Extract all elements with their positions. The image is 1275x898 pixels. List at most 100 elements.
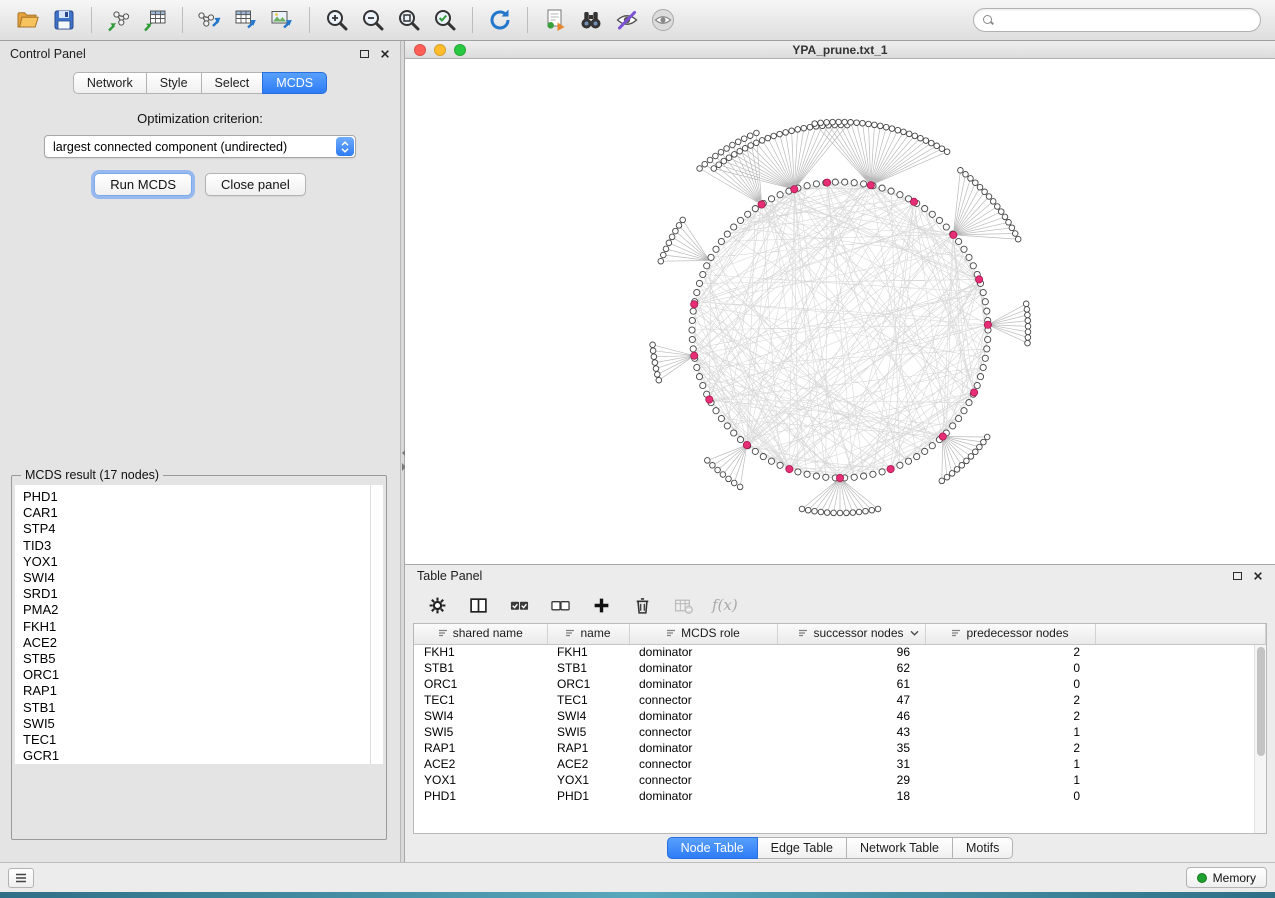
mcds-result-item[interactable]: TID3 (23, 538, 383, 554)
table-cell[interactable]: STB1 (547, 660, 629, 676)
network-canvas[interactable] (405, 59, 1275, 564)
table-row[interactable]: ORC1ORC1dominator610 (414, 676, 1266, 692)
table-cell[interactable]: 62 (777, 660, 925, 676)
table-cell[interactable]: 1 (925, 756, 1095, 772)
export-image-button[interactable] (264, 4, 300, 36)
table-cell[interactable]: 35 (777, 740, 925, 756)
deselect-all-button[interactable] (548, 593, 572, 617)
mcds-result-item[interactable]: PHD1 (23, 489, 383, 505)
import-table-button[interactable] (137, 4, 173, 36)
window-close-button[interactable] (414, 44, 426, 56)
table-cell[interactable]: FKH1 (547, 644, 629, 660)
table-cell[interactable]: 2 (925, 740, 1095, 756)
mcds-result-item[interactable]: SWI4 (23, 570, 383, 586)
table-cell[interactable]: 0 (925, 788, 1095, 804)
hide-graphics-button[interactable] (609, 4, 645, 36)
mcds-result-item[interactable]: SRD1 (23, 586, 383, 602)
import-network-button[interactable] (101, 4, 137, 36)
network-view[interactable] (405, 59, 1275, 564)
table-cell[interactable]: FKH1 (414, 644, 547, 660)
optimization-criterion-select[interactable]: largest connected component (undirected) (44, 135, 356, 158)
table-cell[interactable]: PHD1 (414, 788, 547, 804)
table-row[interactable]: TEC1TEC1connector472 (414, 692, 1266, 708)
tab-motifs[interactable]: Motifs (952, 837, 1013, 859)
mcds-result-item[interactable]: CAR1 (23, 505, 383, 521)
close-panel-button[interactable]: Close panel (205, 173, 306, 196)
mcds-result-item[interactable]: STP4 (23, 521, 383, 537)
table-cell[interactable]: SWI5 (414, 724, 547, 740)
table-cell[interactable]: dominator (629, 676, 777, 692)
table-cell[interactable]: SWI4 (547, 708, 629, 724)
show-panels-button[interactable] (8, 868, 34, 888)
show-columns-button[interactable] (466, 593, 490, 617)
table-cell[interactable]: ACE2 (547, 756, 629, 772)
delete-column-button[interactable] (630, 593, 654, 617)
float-panel-icon[interactable] (360, 50, 369, 58)
table-cell[interactable]: ORC1 (547, 676, 629, 692)
table-cell[interactable]: ORC1 (414, 676, 547, 692)
mcds-result-item[interactable]: TEC1 (23, 732, 383, 748)
table-cell[interactable]: dominator (629, 644, 777, 660)
open-file-button[interactable] (10, 4, 46, 36)
table-cell[interactable]: connector (629, 724, 777, 740)
table-cell[interactable]: connector (629, 756, 777, 772)
column-header-mcds-role[interactable]: MCDS role (629, 624, 777, 644)
tab-node-table[interactable]: Node Table (667, 837, 758, 859)
table-cell[interactable]: 46 (777, 708, 925, 724)
table-cell[interactable]: connector (629, 772, 777, 788)
table-cell[interactable]: PHD1 (547, 788, 629, 804)
table-cell[interactable]: 18 (777, 788, 925, 804)
table-cell[interactable]: 1 (925, 724, 1095, 740)
tab-edge-table[interactable]: Edge Table (757, 837, 847, 859)
refresh-button[interactable] (482, 4, 518, 36)
table-cell[interactable]: 61 (777, 676, 925, 692)
search-input[interactable] (1000, 13, 1251, 27)
zoom-fit-button[interactable] (391, 4, 427, 36)
table-cell[interactable]: SWI4 (414, 708, 547, 724)
table-cell[interactable]: 0 (925, 676, 1095, 692)
show-graphics-button[interactable] (645, 4, 681, 36)
table-cell[interactable]: 1 (925, 772, 1095, 788)
mcds-result-item[interactable]: STB1 (23, 700, 383, 716)
zoom-in-button[interactable] (319, 4, 355, 36)
toolbar-search[interactable] (973, 8, 1261, 32)
table-cell[interactable]: YOX1 (547, 772, 629, 788)
tab-select[interactable]: Select (201, 72, 264, 94)
table-row[interactable]: SWI4SWI4dominator462 (414, 708, 1266, 724)
table-cell[interactable]: dominator (629, 708, 777, 724)
table-row[interactable]: ACE2ACE2connector311 (414, 756, 1266, 772)
table-cell[interactable]: TEC1 (547, 692, 629, 708)
table-cell[interactable]: 43 (777, 724, 925, 740)
save-session-button[interactable] (46, 4, 82, 36)
table-cell[interactable]: 47 (777, 692, 925, 708)
window-minimize-button[interactable] (434, 44, 446, 56)
mcds-result-list[interactable]: PHD1CAR1STP4TID3YOX1SWI4SRD1PMA2FKH1ACE2… (15, 485, 383, 764)
select-all-button[interactable] (507, 593, 531, 617)
close-panel-icon[interactable] (1253, 571, 1263, 581)
search-network-button[interactable] (573, 4, 609, 36)
table-cell[interactable]: 31 (777, 756, 925, 772)
table-cell[interactable]: connector (629, 692, 777, 708)
mcds-result-item[interactable]: SWI5 (23, 716, 383, 732)
table-cell[interactable]: 2 (925, 692, 1095, 708)
create-column-button[interactable] (589, 593, 613, 617)
tab-network-table[interactable]: Network Table (846, 837, 953, 859)
export-network-button[interactable] (192, 4, 228, 36)
mcds-result-item[interactable]: ORC1 (23, 667, 383, 683)
column-header-name[interactable]: name (547, 624, 629, 644)
table-cell[interactable]: STB1 (414, 660, 547, 676)
table-cell[interactable]: RAP1 (547, 740, 629, 756)
table-cell[interactable]: SWI5 (547, 724, 629, 740)
table-cell[interactable]: ACE2 (414, 756, 547, 772)
table-scrollbar[interactable] (1254, 645, 1266, 833)
table-row[interactable]: STB1STB1dominator620 (414, 660, 1266, 676)
column-header-predecessor-nodes[interactable]: predecessor nodes (925, 624, 1095, 644)
table-settings-button[interactable] (425, 593, 449, 617)
mcds-result-item[interactable]: GCR1 (23, 748, 383, 764)
tab-style[interactable]: Style (146, 72, 202, 94)
table-row[interactable]: PHD1PHD1dominator180 (414, 788, 1266, 804)
mcds-result-item[interactable]: STB5 (23, 651, 383, 667)
table-cell[interactable]: dominator (629, 660, 777, 676)
memory-button[interactable]: Memory (1186, 867, 1267, 888)
table-cell[interactable]: 2 (925, 708, 1095, 724)
